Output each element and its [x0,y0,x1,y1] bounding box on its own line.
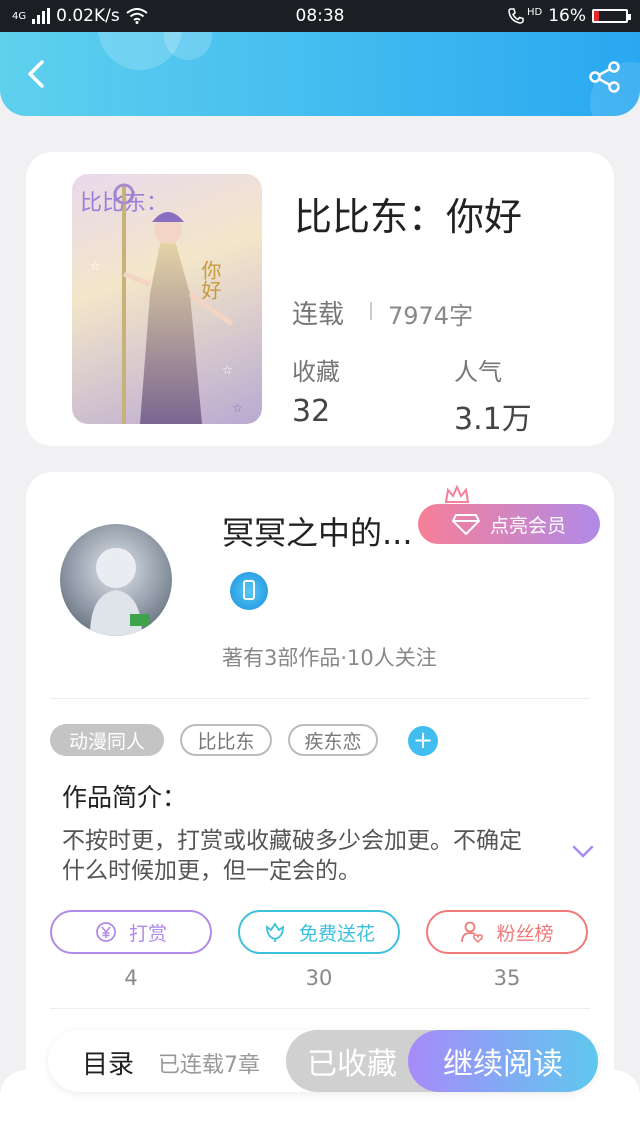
author-badge-icon [230,572,268,610]
reward-button[interactable]: 打赏 [50,910,212,954]
book-title: 比比东：你好 [294,195,523,239]
phone-icon [508,8,524,24]
star-decor: ☆ [90,259,101,273]
divider [370,302,372,320]
signal-icon [32,8,51,24]
yen-icon [96,922,116,942]
tag-item[interactable]: 疾东恋 [288,724,378,756]
word-count: 7974字 [388,302,474,330]
diamond-icon [451,514,480,535]
fan-ranking-button[interactable]: 粉丝榜 [426,910,588,954]
star-decor: ☆ [232,401,243,415]
network-speed: 0.02K/s [56,6,120,26]
avatar-illustration [90,548,150,636]
chevron-down-icon[interactable] [572,844,594,860]
send-flower-label: 免费送花 [298,922,375,945]
tag-item[interactable]: 动漫同人 [50,724,164,756]
status-right: HD 16% [507,6,631,26]
book-cover[interactable]: 比比东： 你好 ☆ ☆ ☆ [72,174,262,424]
reward-count: 4 [124,966,138,990]
intro-title: 作品简介： [62,783,188,812]
divider [50,698,590,699]
fan-ranking-label: 粉丝榜 [496,922,554,945]
star-decor: ☆ [222,363,233,377]
status-bar: 4G 0.02K/s 08:38 HD 16% [0,0,640,32]
hd-label: HD [526,6,543,18]
toc-button[interactable]: 目录 [82,1044,134,1081]
serial-status: 连载 [292,300,345,330]
fan-icon [461,921,484,944]
share-icon[interactable] [588,60,622,94]
popularity-label: 人气 [454,358,502,386]
popularity-count: 3.1万 [454,402,532,437]
author-name[interactable]: 冥冥之中的... [222,508,413,554]
book-info-card: 比比东： 你好 ☆ ☆ ☆ 比比东：你好 连载 7974字 收藏 32 人气 3… [26,152,614,446]
favorites-count: 32 [292,394,331,429]
network-type: 4G [12,10,27,22]
tag-item[interactable]: 比比东 [180,724,272,756]
send-flower-button[interactable]: 免费送花 [238,910,400,954]
battery-text: 16% [548,6,586,26]
favorites-label: 收藏 [292,358,340,386]
add-tag-button[interactable]: + [408,726,438,756]
author-card: 冥冥之中的... 点亮会员 著有3部作品·10人关注 动漫同人 比比东 疾东恋 … [26,472,614,1112]
fan-count: 35 [493,966,521,990]
favorited-label: 已收藏 [307,1047,397,1082]
bottom-bar: 目录 已连载7章 已收藏 继续阅读 [48,1030,598,1092]
vip-button[interactable]: 点亮会员 [418,504,600,544]
cover-title-text: 比比东： [80,191,168,216]
vip-button-label: 点亮会员 [489,514,566,537]
battery-icon [592,9,631,23]
wifi-icon [126,8,148,24]
flower-count: 30 [305,966,333,990]
cover-illustration: 比比东： 你好 ☆ ☆ ☆ [80,183,243,424]
status-left: 4G 0.02K/s [12,6,148,26]
flower-icon [266,922,284,942]
reward-label: 打赏 [128,922,167,945]
divider [50,1008,590,1009]
crown-icon [444,484,470,503]
cover-subtitle-text: 你好 [198,260,222,300]
continue-reading-button[interactable]: 继续阅读 [408,1030,598,1092]
battery-level [594,11,600,21]
avatar[interactable] [60,524,172,636]
intro-text: 不按时更，打赏或收藏破多少会加更。不确定什么时候加更，但一定会的。 [62,828,522,884]
back-icon[interactable] [18,54,58,94]
chapter-count: 已连载7章 [158,1053,260,1078]
author-meta: 著有3部作品·10人关注 [222,646,437,670]
header [0,32,640,116]
